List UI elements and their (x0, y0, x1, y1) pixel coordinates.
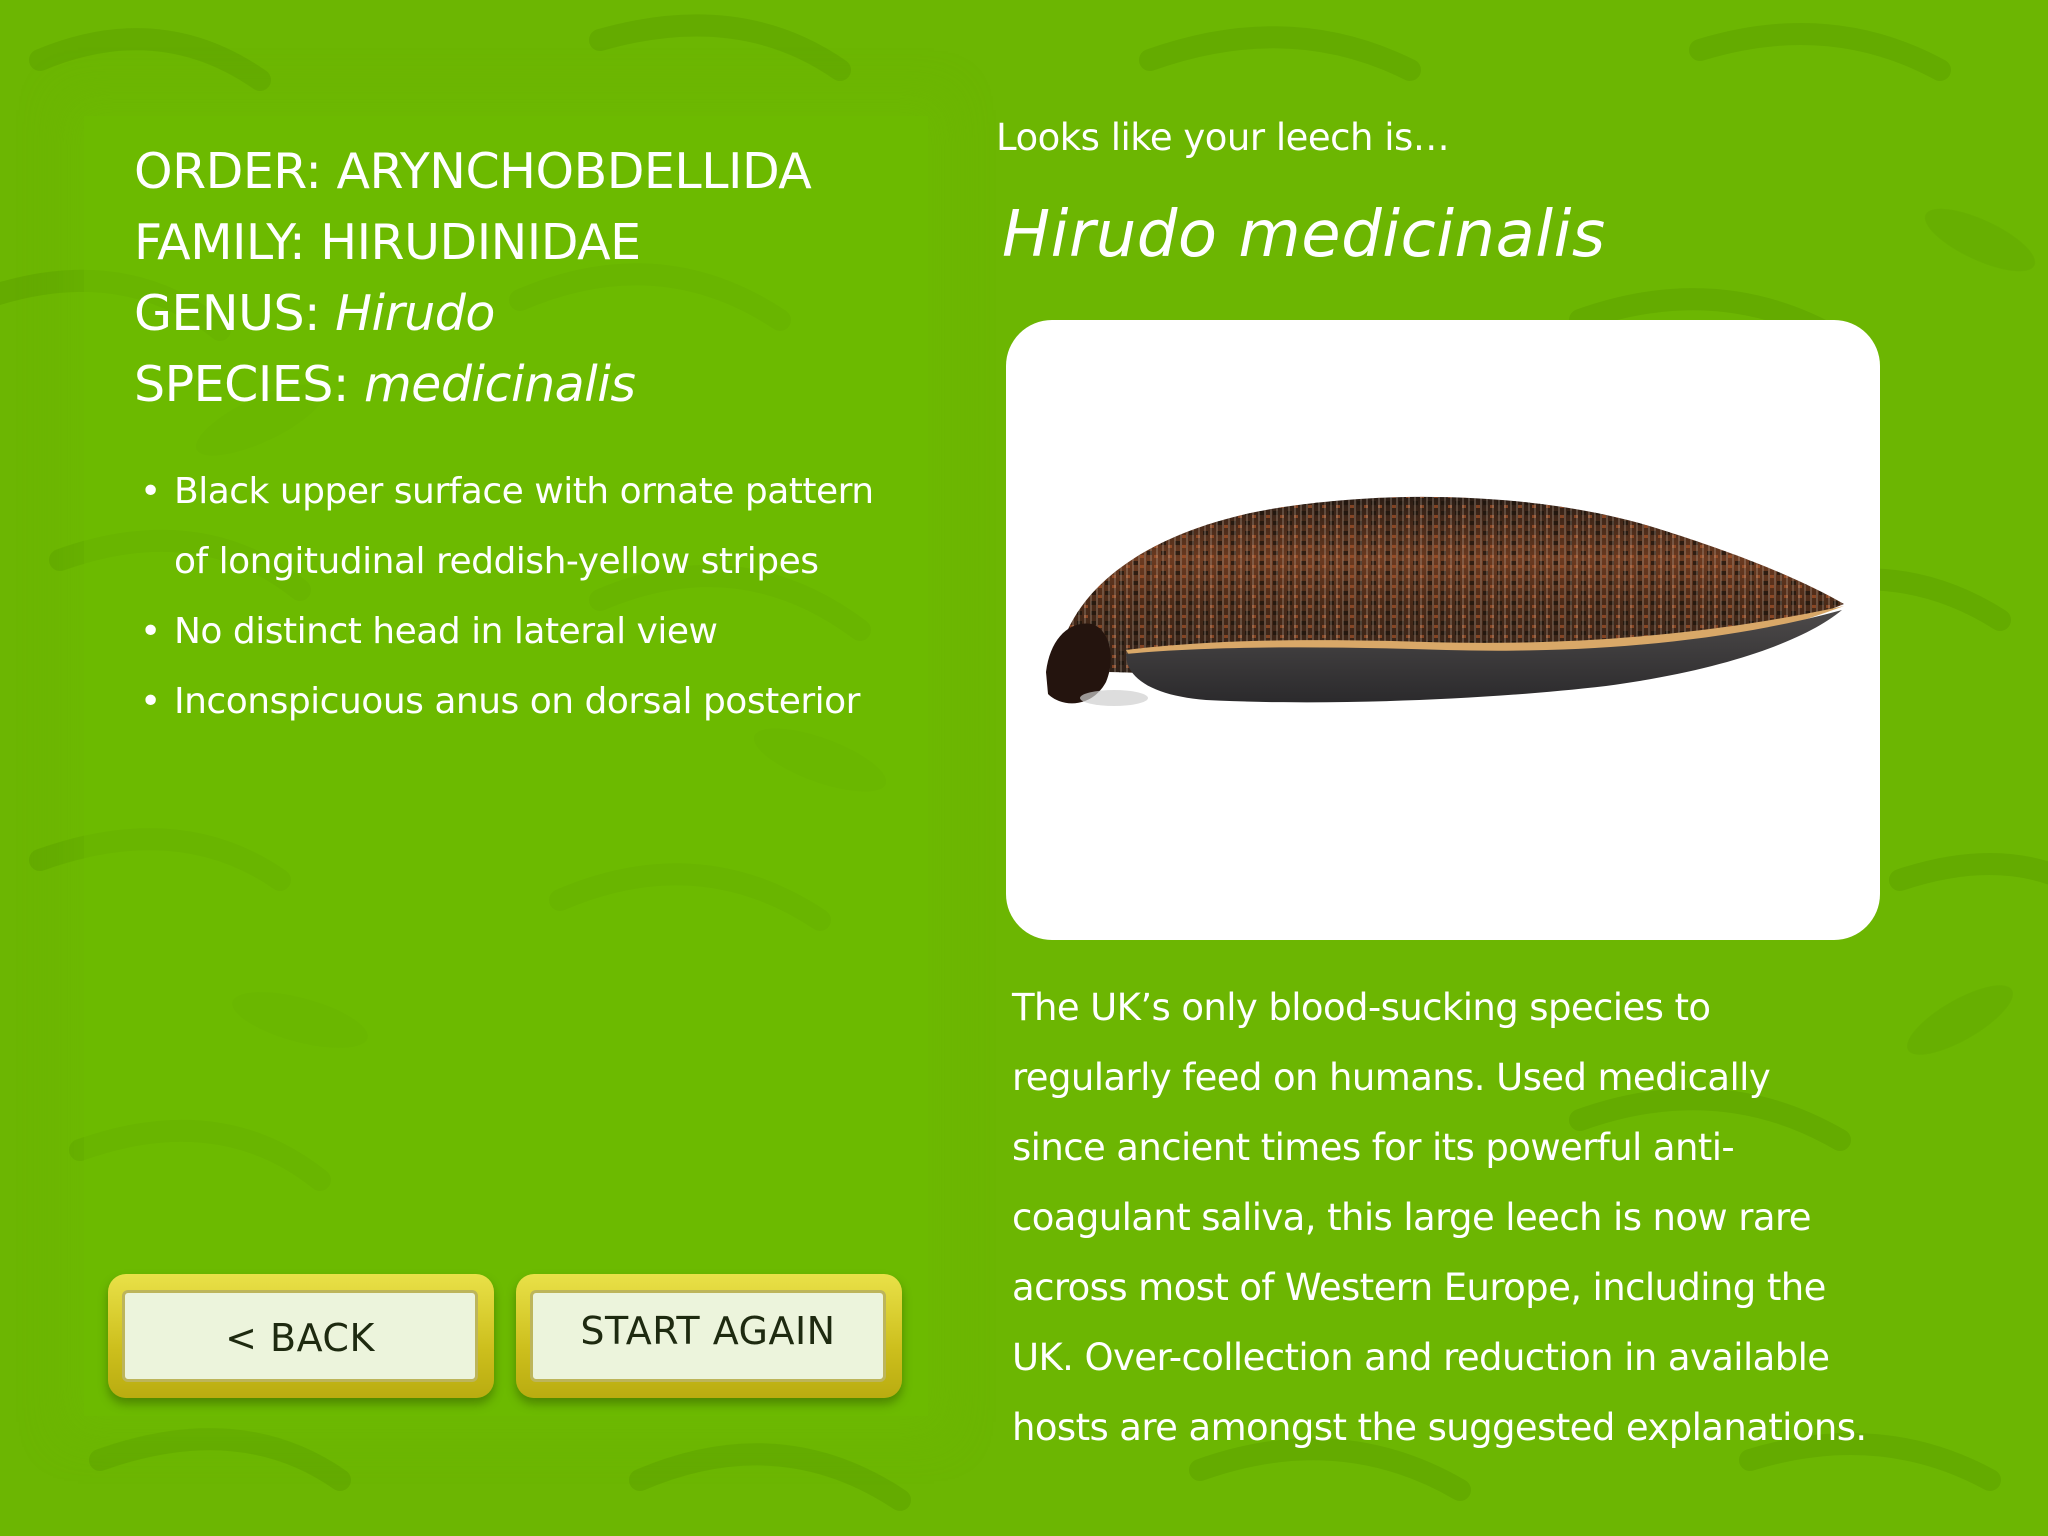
feature-text: Inconspicuous anus on dorsal posterior (174, 681, 860, 722)
feature-item: • No distinct head in lateral view (140, 597, 900, 667)
species-description: The UK’s only blood-sucking species to r… (1012, 986, 1867, 1449)
feature-text: No distinct head in lateral view (174, 611, 718, 652)
feature-list: • Black upper surface with ornate patter… (140, 457, 900, 737)
genus-label: GENUS: (134, 285, 321, 342)
species-value: medicinalis (363, 356, 636, 413)
order-row: ORDER: ARYNCHOBDELLIDA (134, 136, 812, 207)
order-value: ARYNCHOBDELLIDA (336, 143, 812, 200)
bullet-icon: • (140, 681, 161, 722)
species-row: SPECIES: medicinalis (134, 349, 811, 420)
back-button-label: < BACK (122, 1290, 478, 1382)
feature-text: Black upper surface with ornate pattern … (174, 471, 874, 582)
species-label: SPECIES: (134, 356, 349, 413)
feature-item: • Black upper surface with ornate patter… (140, 457, 900, 597)
bullet-icon: • (140, 611, 161, 652)
taxonomy-block: ORDER: ARYNCHOBDELLIDA FAMILY: HIRUDINID… (134, 136, 812, 420)
result-kicker: Looks like your leech is… (996, 116, 1450, 159)
genus-row: GENUS: Hirudo (134, 278, 811, 349)
feature-item: • Inconspicuous anus on dorsal posterior (140, 667, 900, 737)
order-label: ORDER: (134, 143, 322, 200)
leech-photo-card (1006, 320, 1880, 940)
back-button[interactable]: < BACK (108, 1274, 494, 1398)
family-label: FAMILY: (134, 214, 306, 271)
family-value: HIRUDINIDAE (320, 214, 641, 271)
leech-photo-icon (1046, 496, 1844, 706)
start-again-button-label: START AGAIN (530, 1290, 886, 1382)
start-again-button[interactable]: START AGAIN (516, 1274, 902, 1398)
family-row: FAMILY: HIRUDINIDAE (134, 207, 811, 278)
species-title: Hirudo medicinalis (1002, 198, 1606, 272)
bullet-icon: • (140, 471, 161, 512)
genus-value: Hirudo (335, 285, 495, 342)
